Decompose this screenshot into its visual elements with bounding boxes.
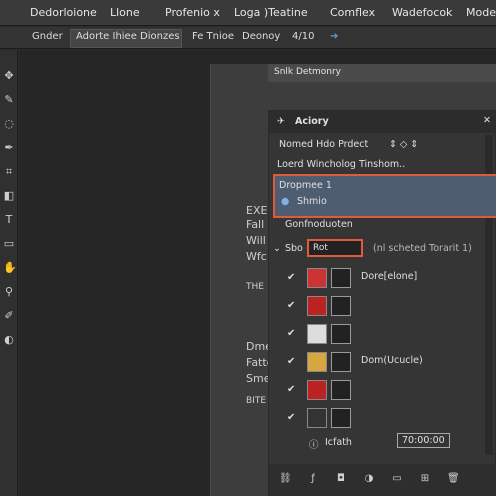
layer-thumbnail	[307, 380, 327, 400]
layer-mask-thumbnail	[331, 324, 351, 344]
visibility-icon[interactable]: ✔	[287, 356, 295, 367]
layer-mask-thumbnail	[331, 380, 351, 400]
tools-panel: ✥ ✎ ◌ ✒ ⌗ ◧ T ▭ ✋ ⚲ ✐ ◐	[0, 50, 18, 496]
layer-thumbnail	[307, 408, 327, 428]
option-2[interactable]: Adorte Ihiee Dionzes	[76, 31, 180, 42]
panel-title: Aciory	[295, 116, 329, 127]
arrow-icon[interactable]: ➔	[330, 31, 338, 42]
menu-item-6[interactable]: Wadefocok	[392, 6, 452, 19]
panel-footer: ⛓ ƒ ◘ ◑ ▭ ⊞ 🗑	[269, 464, 496, 496]
row-name: Nomed Hdo Prdect	[279, 139, 369, 150]
menu-bar: Dedorloione Llone Profenio x Loga )Teati…	[0, 0, 496, 26]
side-text-4: Wfc	[246, 250, 267, 263]
layer-thumbnail	[307, 268, 327, 288]
layer-mask-thumbnail	[331, 268, 351, 288]
move-tool-icon[interactable]: ✥	[3, 70, 15, 82]
text-tool-icon[interactable]: T	[3, 214, 15, 226]
crop-tool-icon[interactable]: ⌗	[3, 166, 15, 178]
layer-mask-thumbnail	[331, 408, 351, 428]
close-icon[interactable]: ✕	[483, 115, 491, 126]
layer-name: Dom(Ucucle)	[361, 355, 423, 366]
option-5[interactable]: 4/10	[292, 31, 314, 42]
option-1[interactable]: Gnder	[32, 31, 63, 42]
visibility-icon[interactable]: ✔	[287, 272, 295, 283]
footer-value[interactable]: 70:00:00	[397, 433, 450, 448]
link-icon[interactable]: ⛓	[279, 473, 292, 485]
layer-row[interactable]: ✔	[269, 293, 496, 319]
layer-thumbnail	[307, 296, 327, 316]
visibility-icon[interactable]: ✔	[287, 384, 295, 395]
footer-text: Icfath	[325, 437, 352, 448]
eraser-tool-icon[interactable]: ◧	[3, 190, 15, 202]
option-4[interactable]: Deonoy	[242, 31, 280, 42]
mask-icon[interactable]: ◘	[335, 473, 347, 485]
document-title: Snlk Detmonry	[268, 64, 496, 82]
delete-icon[interactable]: 🗑	[447, 473, 460, 485]
side-text-1: EXE	[246, 204, 268, 217]
layer-mask-thumbnail	[331, 352, 351, 372]
filter-hint: (nl scheted Torarit 1)	[373, 243, 472, 254]
menu-item-1[interactable]: Dedorloione	[30, 6, 97, 19]
side-text-9: BITE	[246, 396, 267, 406]
folder-icon[interactable]: ▭	[391, 473, 403, 485]
option-3[interactable]: Fe Tnioe	[192, 31, 234, 42]
visibility-icon[interactable]: ✔	[287, 300, 295, 311]
info-icon[interactable]: ⓘ	[309, 437, 319, 451]
menu-item-7[interactable]: Mode	[466, 6, 496, 19]
side-text-2: Fall	[246, 218, 265, 231]
layer-row[interactable]: ✔	[269, 405, 496, 431]
options-bar: Gnder Adorte Ihiee Dionzes Fe Tnioe Deon…	[0, 27, 496, 49]
pin-icon[interactable]: ✈	[277, 116, 285, 127]
arrow-up-down-icon[interactable]: ⇕ ◇ ⇕	[389, 139, 418, 150]
layer-name: Dore[elone]	[361, 271, 418, 282]
zoom-tool-icon[interactable]: ⚲	[3, 286, 15, 298]
pen-tool-icon[interactable]: ✒	[3, 142, 15, 154]
selected-sublabel: Shmio	[297, 196, 327, 207]
adjustment-icon[interactable]: ◑	[363, 473, 375, 485]
menu-item-4[interactable]: Loga )Teatine	[234, 6, 308, 19]
layer-row[interactable]: ✔ Dore[elone]	[269, 265, 496, 291]
side-text-3: Will	[246, 234, 266, 247]
layer-mask-thumbnail	[331, 296, 351, 316]
hand-tool-icon[interactable]: ✋	[3, 262, 17, 274]
visibility-icon[interactable]: ✔	[287, 412, 295, 423]
chevron-down-icon[interactable]: ⌄	[273, 243, 281, 254]
row-description: Loerd Wincholog Tinshom..	[277, 159, 406, 170]
layer-row[interactable]: ✔ Dom(Ucucle)	[269, 349, 496, 375]
layer-thumbnail	[307, 324, 327, 344]
side-text-5: THE	[246, 282, 264, 292]
new-layer-icon[interactable]: ⊞	[419, 473, 431, 485]
menu-item-2[interactable]: Llone	[110, 6, 140, 19]
filter-input[interactable]: Rot	[307, 239, 363, 257]
eyedropper-tool-icon[interactable]: ✐	[3, 310, 15, 322]
layer-row[interactable]: ✔	[269, 377, 496, 403]
layers-panel: ✈ Aciory ✕ Nomed Hdo Prdect ⇕ ◇ ⇕ Loerd …	[268, 110, 496, 496]
selected-item[interactable]: Dropmee 1 ● Shmio	[273, 174, 496, 218]
menu-item-5[interactable]: Comflex	[330, 6, 375, 19]
shape-icon: ●	[281, 196, 290, 207]
group-header: Gonfnoduoten	[285, 219, 353, 230]
layer-row[interactable]: ✔	[269, 321, 496, 347]
panel-header: ✈ Aciory ✕	[269, 111, 496, 133]
filter-label: Sbo	[285, 243, 303, 254]
menu-item-3[interactable]: Profenio x	[165, 6, 220, 19]
layer-thumbnail	[307, 352, 327, 372]
shape-tool-icon[interactable]: ▭	[3, 238, 15, 250]
selected-label: Dropmee 1	[279, 180, 332, 191]
brush-tool-icon[interactable]: ✎	[3, 94, 15, 106]
fx-icon[interactable]: ƒ	[307, 473, 319, 485]
side-text-8: Sme	[246, 372, 271, 385]
visibility-icon[interactable]: ✔	[287, 328, 295, 339]
lasso-tool-icon[interactable]: ◌	[3, 118, 15, 130]
gradient-tool-icon[interactable]: ◐	[3, 334, 15, 346]
